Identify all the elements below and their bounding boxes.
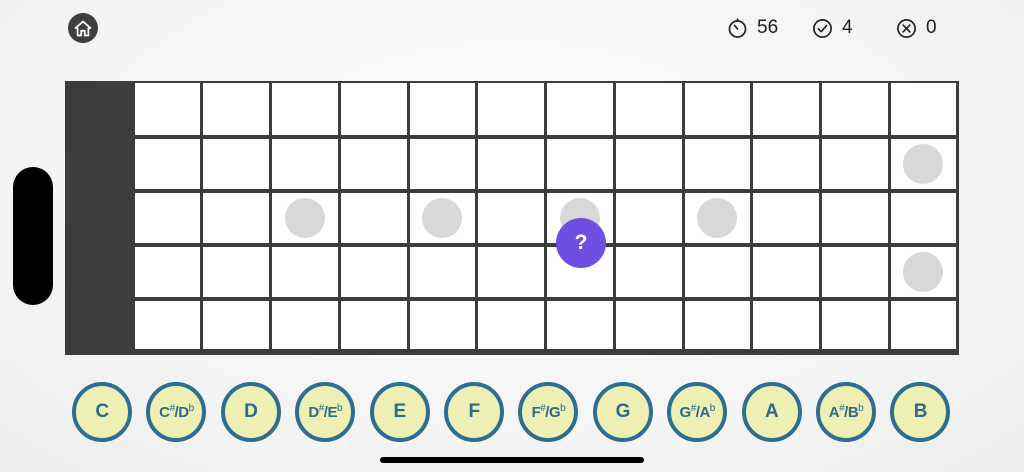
correct-value: 4 — [842, 17, 853, 38]
fret-cell — [753, 301, 819, 349]
fret-cell — [478, 139, 544, 189]
fret-cell — [341, 139, 407, 189]
fret-cell — [685, 83, 750, 135]
home-indicator — [380, 457, 644, 463]
wrong-value: 0 — [926, 17, 937, 38]
fret-cell — [272, 247, 338, 297]
fret-cell — [547, 301, 613, 349]
fret-cell — [135, 83, 200, 135]
home-button[interactable] — [68, 13, 98, 43]
note-label: D — [244, 401, 258, 422]
fret-cell — [547, 139, 613, 189]
fret-marker — [903, 252, 943, 292]
note-label: C#/Db — [159, 402, 194, 421]
fret-marker — [697, 198, 737, 238]
note-label: D#/Eb — [308, 402, 343, 421]
fret-marker — [903, 144, 943, 184]
note-button-d[interactable]: D — [220, 382, 281, 442]
side-handle — [13, 167, 53, 305]
fret-cell — [410, 247, 475, 297]
note-button-g[interactable]: G — [592, 382, 653, 442]
fret-cell — [203, 247, 269, 297]
fret-cell — [616, 193, 682, 243]
fret-cell — [685, 301, 750, 349]
fret-cell — [478, 83, 544, 135]
timer-value: 56 — [757, 17, 779, 38]
note-label: C — [95, 401, 109, 422]
note-button-c[interactable]: C — [72, 382, 132, 442]
note-label: A#/Bb — [828, 402, 864, 421]
note-button-a[interactable]: A — [741, 382, 802, 442]
correct-stat: 4 — [812, 17, 853, 39]
fret-cell — [135, 247, 200, 297]
fret-cell — [822, 139, 888, 189]
fret-cell — [822, 83, 888, 135]
note-button-b[interactable]: B — [890, 382, 951, 442]
wrong-stat: 0 — [896, 17, 937, 39]
fret-marker — [422, 198, 462, 238]
fret-cell — [341, 247, 407, 297]
fret-cell — [135, 301, 200, 349]
fret-cell — [272, 301, 338, 349]
note-button-f[interactable]: F — [444, 382, 504, 442]
note-button-e[interactable]: E — [369, 382, 430, 442]
note-button-c-sharp-d-flat[interactable]: C#/Db — [146, 382, 207, 442]
fret-cell — [753, 247, 819, 297]
fret-marker — [284, 198, 325, 238]
fret-cell — [341, 193, 407, 243]
fret-cell — [685, 247, 750, 297]
fret-cell — [616, 139, 682, 189]
fret-cell — [616, 247, 682, 297]
fretboard — [65, 81, 959, 355]
fret-cell — [203, 301, 269, 349]
x-circle-icon — [897, 18, 916, 38]
fret-cell — [203, 193, 269, 243]
note-label: B — [913, 401, 928, 422]
question-mark-label: ? — [574, 231, 588, 254]
home-icon — [74, 20, 92, 36]
note-label: F — [468, 401, 480, 422]
stopwatch-icon — [728, 17, 747, 38]
fret-cell — [685, 139, 750, 189]
fret-cell — [822, 247, 888, 297]
note-button-f-sharp-g-flat[interactable]: F#/Gb — [518, 382, 579, 442]
fret-cell — [203, 83, 269, 135]
fret-cell — [272, 139, 338, 189]
fret-cell — [891, 193, 956, 243]
fret-cell — [616, 301, 682, 349]
fret-cell — [341, 83, 407, 135]
note-label: A — [764, 401, 779, 422]
fret-cell — [478, 247, 544, 297]
question-marker: ? — [556, 218, 606, 268]
fret-cell — [272, 83, 338, 135]
fretboard-nut — [65, 81, 133, 355]
check-circle-icon — [813, 18, 832, 38]
fret-cell — [753, 139, 819, 189]
fret-cell — [753, 193, 819, 243]
note-button-d-sharp-e-flat[interactable]: D#/Eb — [295, 382, 356, 442]
note-button-g-sharp-a-flat[interactable]: G#/Ab — [667, 382, 728, 442]
fret-cell — [891, 301, 956, 349]
fret-cell — [891, 83, 956, 135]
fret-cell — [616, 83, 682, 135]
fret-cell — [822, 193, 888, 243]
fret-cell — [410, 83, 475, 135]
timer-stat: 56 — [727, 17, 778, 39]
fret-cell — [478, 301, 544, 349]
note-label: G#/Ab — [679, 402, 716, 421]
fret-cell — [135, 193, 200, 243]
fret-cell — [822, 301, 888, 349]
fret-cell — [410, 301, 475, 349]
fret-cell — [203, 139, 269, 189]
fret-cell — [478, 193, 544, 243]
fret-cell — [341, 301, 407, 349]
fret-cell — [135, 139, 200, 189]
note-label: F#/Gb — [531, 402, 566, 421]
note-label: E — [393, 401, 407, 422]
fret-cell — [547, 83, 613, 135]
note-label: G — [615, 401, 631, 422]
fret-cell — [410, 139, 475, 189]
note-button-a-sharp-b-flat[interactable]: A#/Bb — [816, 382, 876, 442]
fret-cell — [753, 83, 819, 135]
